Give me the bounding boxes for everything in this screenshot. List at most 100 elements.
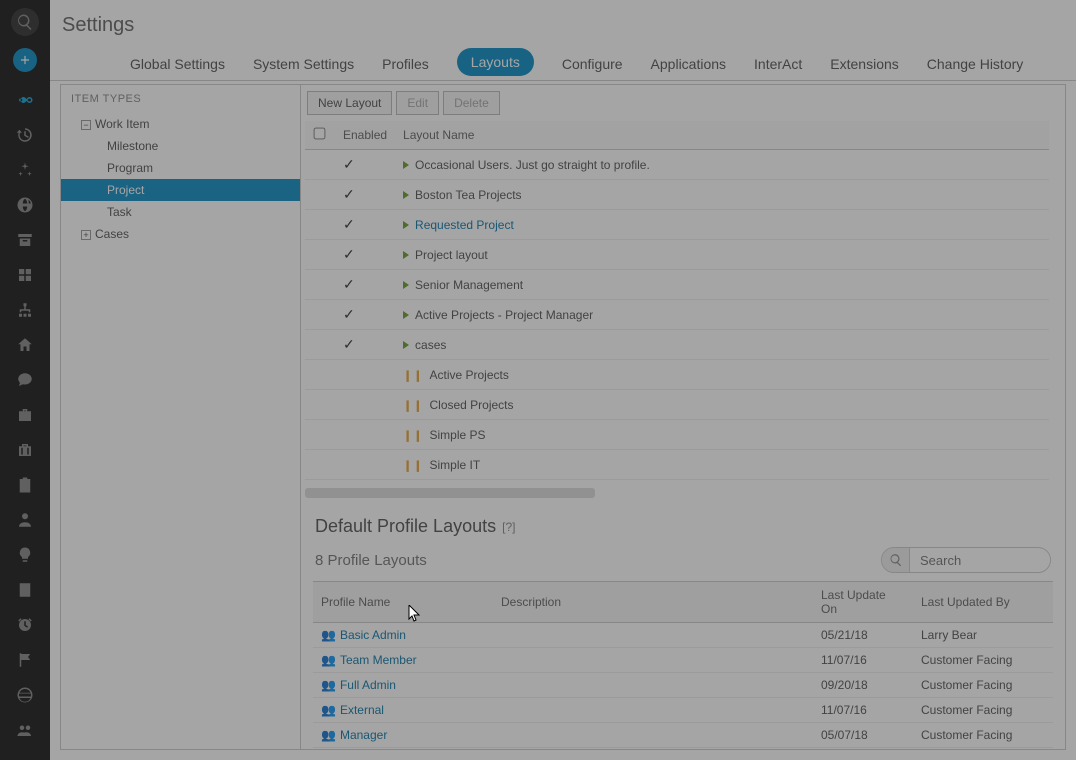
layout-name[interactable]: Occasional Users. Just go straight to pr… [415, 158, 650, 172]
tab-extensions[interactable]: Extensions [830, 56, 898, 80]
tab-layouts[interactable]: Layouts [457, 48, 534, 76]
tree-work-item[interactable]: −Work Item [61, 113, 300, 135]
group-icon[interactable] [0, 712, 50, 747]
flag-icon[interactable] [0, 642, 50, 677]
checkmark-icon: ✓ [343, 216, 355, 232]
layouts-panel: New Layout Edit Delete Enabled Layout Na… [300, 84, 1066, 750]
layout-row[interactable]: ✓Boston Tea Projects [305, 180, 1049, 210]
briefcase-icon[interactable] [0, 397, 50, 432]
alarm-icon[interactable] [0, 607, 50, 642]
help-icon[interactable]: [?] [502, 520, 515, 534]
profile-layouts-subheader: 8 Profile Layouts [301, 545, 1065, 581]
chat-icon[interactable] [0, 362, 50, 397]
profile-count: 8 Profile Layouts [315, 552, 427, 569]
bulb-icon[interactable] [0, 537, 50, 572]
hierarchy-icon[interactable] [0, 292, 50, 327]
profile-description [493, 698, 813, 723]
profile-row[interactable]: 👥Client PortalCustomers & External Colla… [313, 748, 1053, 751]
globe2-icon[interactable] [0, 677, 50, 712]
layout-row[interactable]: ✓Senior Management [305, 270, 1049, 300]
layout-row[interactable]: ✓Occasional Users. Just go straight to p… [305, 150, 1049, 180]
search-icon[interactable] [11, 8, 39, 36]
profile-link[interactable]: Full Admin [340, 678, 396, 692]
horizontal-scrollbar[interactable] [305, 488, 595, 498]
tree-cases[interactable]: +Cases [61, 223, 300, 245]
apps-icon[interactable] [0, 257, 50, 292]
clipboard-icon[interactable] [0, 467, 50, 502]
profile-description [493, 673, 813, 698]
globe-icon[interactable] [0, 187, 50, 222]
search-box [881, 547, 1051, 573]
tab-global-settings[interactable]: Global Settings [130, 56, 225, 80]
tree-header: ITEM TYPES [61, 85, 300, 113]
edit-button[interactable]: Edit [396, 91, 439, 115]
layout-name[interactable]: Active Projects [429, 368, 508, 382]
pause-icon: ❙❙ [403, 370, 423, 382]
profile-link[interactable]: External [340, 703, 384, 717]
note-icon[interactable] [0, 572, 50, 607]
layout-name[interactable]: Simple PS [429, 428, 485, 442]
delete-button[interactable]: Delete [443, 91, 500, 115]
layouts-toolbar: New Layout Edit Delete [301, 85, 1065, 121]
home-icon[interactable] [0, 327, 50, 362]
layout-name[interactable]: Active Projects - Project Manager [415, 308, 593, 322]
profile-link[interactable]: Team Member [340, 653, 417, 667]
col-updated-on: Last Update On [813, 582, 913, 623]
tree-project[interactable]: Project [61, 179, 300, 201]
people-icon: 👥 [321, 703, 336, 717]
tab-configure[interactable]: Configure [562, 56, 623, 80]
add-icon[interactable] [13, 48, 37, 72]
infinity-icon[interactable] [0, 82, 50, 117]
tab-system-settings[interactable]: System Settings [253, 56, 354, 80]
tab-profiles[interactable]: Profiles [382, 56, 429, 80]
layout-row[interactable]: ✓cases [305, 330, 1049, 360]
profile-row[interactable]: 👥Manager05/07/18Customer Facing [313, 723, 1053, 748]
profile-updated-on: 05/21/18 [813, 623, 913, 648]
tab-interact[interactable]: InterAct [754, 56, 802, 80]
select-all-checkbox[interactable] [314, 128, 326, 140]
layout-name[interactable]: cases [415, 338, 446, 352]
layout-name[interactable]: Senior Management [415, 278, 523, 292]
search-icon[interactable] [882, 547, 910, 573]
profile-layouts-table: Profile Name Description Last Update On … [313, 581, 1053, 750]
layout-name[interactable]: Boston Tea Projects [415, 188, 522, 202]
layout-name[interactable]: Requested Project [415, 218, 514, 232]
col-enabled: Enabled [335, 121, 395, 150]
layout-row[interactable]: ❙❙Closed Projects [305, 390, 1049, 420]
expand-icon[interactable]: + [81, 230, 91, 240]
layout-name[interactable]: Simple IT [429, 458, 480, 472]
profile-row[interactable]: 👥Full Admin09/20/18Customer Facing [313, 673, 1053, 698]
tree-task[interactable]: Task [61, 201, 300, 223]
profile-updated-by: Customer Facing [913, 698, 1053, 723]
layout-row[interactable]: ✓Project layout [305, 240, 1049, 270]
tab-applications[interactable]: Applications [651, 56, 727, 80]
layout-row[interactable]: ❙❙Simple IT [305, 450, 1049, 480]
search-input[interactable] [910, 549, 1050, 572]
layout-name[interactable]: Closed Projects [429, 398, 513, 412]
suitcase-icon[interactable] [0, 432, 50, 467]
spark-icon[interactable] [0, 152, 50, 187]
profile-row[interactable]: 👥External11/07/16Customer Facing [313, 698, 1053, 723]
profile-link[interactable]: Basic Admin [340, 628, 406, 642]
tree-program[interactable]: Program [61, 157, 300, 179]
collapse-icon[interactable]: − [81, 120, 91, 130]
layout-row[interactable]: ✓Active Projects - Project Manager [305, 300, 1049, 330]
tree-milestone[interactable]: Milestone [61, 135, 300, 157]
profile-row[interactable]: 👥Team Member11/07/16Customer Facing [313, 648, 1053, 673]
layout-row[interactable]: ✓ Requested Project [305, 210, 1049, 240]
profile-updated-on: 05/07/18 [813, 723, 913, 748]
tab-change-history[interactable]: Change History [927, 56, 1024, 80]
default-profile-layouts-title: Default Profile Layouts [?] [301, 498, 1065, 545]
col-description: Description [493, 582, 813, 623]
profile-link[interactable]: Manager [340, 728, 387, 742]
layout-name[interactable]: Project layout [415, 248, 488, 262]
people-icon: 👥 [321, 728, 336, 742]
profile-row[interactable]: 👥Basic Admin05/21/18Larry Bear [313, 623, 1053, 648]
archive-icon[interactable] [0, 222, 50, 257]
history-icon[interactable] [0, 117, 50, 152]
person-icon[interactable] [0, 502, 50, 537]
new-layout-button[interactable]: New Layout [307, 91, 392, 115]
layout-row[interactable]: ❙❙ Active Projects [305, 360, 1049, 390]
profile-updated-by: Customer Facing [913, 673, 1053, 698]
layout-row[interactable]: ❙❙Simple PS [305, 420, 1049, 450]
